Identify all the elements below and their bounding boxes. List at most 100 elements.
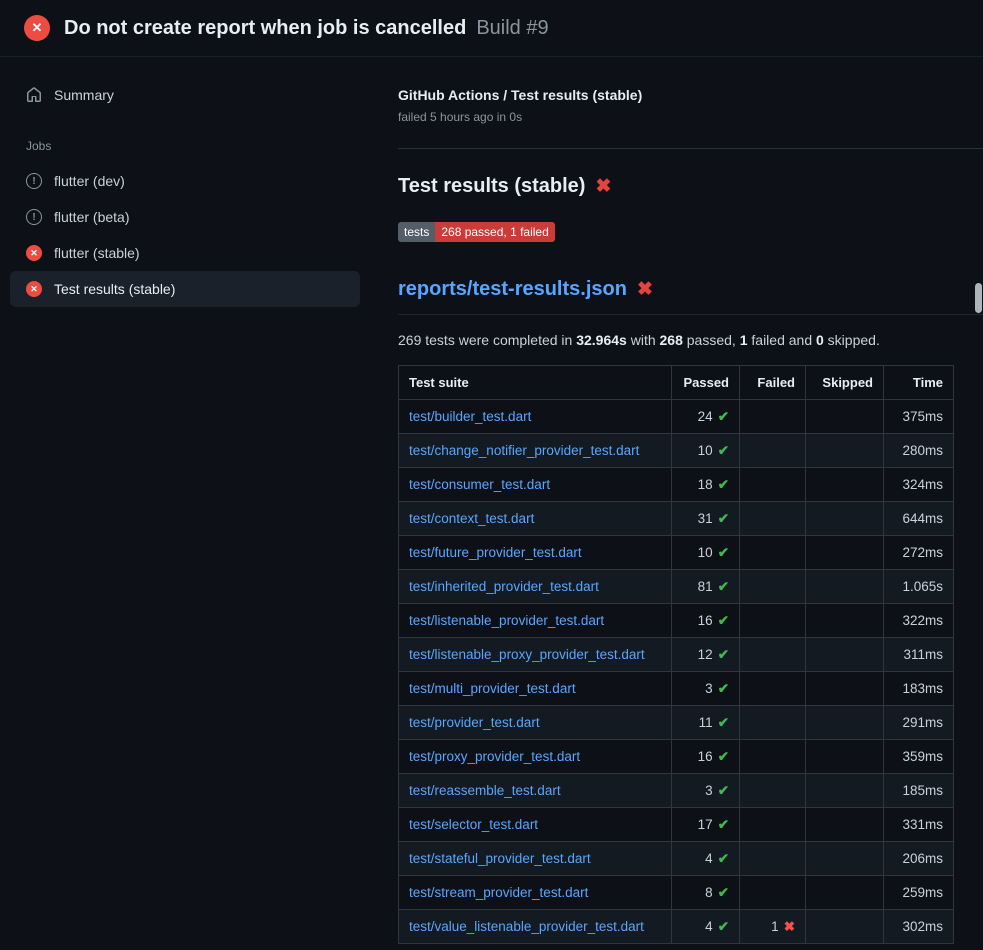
summary-fragment: 269 tests were completed in bbox=[398, 332, 576, 348]
table-row: test/inherited_provider_test.dart81✔1.06… bbox=[399, 570, 954, 604]
scrollbar-thumb[interactable] bbox=[975, 283, 982, 313]
build-number: Build #9 bbox=[476, 17, 548, 40]
test-suite-link[interactable]: test/future_provider_test.dart bbox=[409, 545, 582, 560]
check-icon: ✔ bbox=[718, 715, 729, 730]
failed-cell bbox=[740, 638, 806, 672]
skipped-cell bbox=[806, 536, 884, 570]
col-header-skipped: Skipped bbox=[806, 366, 884, 400]
report-link[interactable]: reports/test-results.json bbox=[398, 278, 627, 301]
count: 16 bbox=[698, 749, 713, 764]
passed-cell: 12✔ bbox=[672, 638, 740, 672]
sidebar: Summary Jobs !flutter (dev)!flutter (bet… bbox=[0, 57, 370, 944]
test-suite-link[interactable]: test/provider_test.dart bbox=[409, 715, 540, 730]
table-row: test/selector_test.dart17✔331ms bbox=[399, 808, 954, 842]
count: 18 bbox=[698, 477, 713, 492]
test-suite-link[interactable]: test/selector_test.dart bbox=[409, 817, 538, 832]
failed-cell bbox=[740, 740, 806, 774]
sidebar-item-flutter-beta[interactable]: !flutter (beta) bbox=[10, 199, 360, 235]
skipped-cell bbox=[806, 502, 884, 536]
check-icon: ✔ bbox=[718, 613, 729, 628]
suite-cell: test/future_provider_test.dart bbox=[399, 536, 672, 570]
time-cell: 183ms bbox=[884, 672, 954, 706]
suite-cell: test/reassemble_test.dart bbox=[399, 774, 672, 808]
sidebar-item-test-results-stable[interactable]: ✕Test results (stable) bbox=[10, 271, 360, 307]
header-row: Test suite Passed Failed Skipped Time bbox=[399, 366, 954, 400]
skipped-cell bbox=[806, 910, 884, 944]
section-title-text: Test results (stable) bbox=[398, 175, 585, 198]
failed-cell bbox=[740, 400, 806, 434]
check-icon: ✔ bbox=[718, 579, 729, 594]
status-line: failed 5 hours ago in 0s bbox=[398, 110, 983, 124]
results-table-head: Test suite Passed Failed Skipped Time bbox=[399, 366, 954, 400]
count: 4 bbox=[705, 919, 713, 934]
time-cell: 311ms bbox=[884, 638, 954, 672]
count: 31 bbox=[698, 511, 713, 526]
badge-label: tests bbox=[398, 222, 435, 242]
count: 81 bbox=[698, 579, 713, 594]
main-content: GitHub Actions / Test results (stable) f… bbox=[370, 57, 983, 944]
test-suite-link[interactable]: test/consumer_test.dart bbox=[409, 477, 550, 492]
failed-cell bbox=[740, 842, 806, 876]
sidebar-jobs-list: !flutter (dev)!flutter (beta)✕flutter (s… bbox=[0, 163, 370, 307]
failed-cell bbox=[740, 774, 806, 808]
passed-cell: 10✔ bbox=[672, 434, 740, 468]
sidebar-item-flutter-stable[interactable]: ✕flutter (stable) bbox=[10, 235, 360, 271]
test-suite-link[interactable]: test/reassemble_test.dart bbox=[409, 783, 561, 798]
table-row: test/listenable_proxy_provider_test.dart… bbox=[399, 638, 954, 672]
summary-duration: 32.964s bbox=[576, 332, 627, 348]
table-row: test/consumer_test.dart18✔324ms bbox=[399, 468, 954, 502]
suite-cell: test/change_notifier_provider_test.dart bbox=[399, 434, 672, 468]
time-cell: 272ms bbox=[884, 536, 954, 570]
check-icon: ✔ bbox=[718, 647, 729, 662]
suite-cell: test/inherited_provider_test.dart bbox=[399, 570, 672, 604]
table-row: test/change_notifier_provider_test.dart 1… bbox=[399, 434, 954, 468]
summary-fragment: passed, bbox=[683, 332, 740, 348]
table-row: test/builder_test.dart24✔375ms bbox=[399, 400, 954, 434]
sidebar-item-label: Summary bbox=[54, 87, 114, 103]
sidebar-item-flutter-dev[interactable]: !flutter (dev) bbox=[10, 163, 360, 199]
sidebar-item-label: flutter (stable) bbox=[54, 245, 140, 261]
time-cell: 331ms bbox=[884, 808, 954, 842]
badge-value: 268 passed, 1 failed bbox=[435, 222, 554, 242]
failed-cell: 1✖ bbox=[740, 910, 806, 944]
failed-cell bbox=[740, 876, 806, 910]
test-suite-link[interactable]: test/proxy_provider_test.dart bbox=[409, 749, 580, 764]
count: 3 bbox=[705, 783, 713, 798]
skipped-cell bbox=[806, 876, 884, 910]
sidebar-item-summary[interactable]: Summary bbox=[10, 77, 360, 113]
test-suite-link[interactable]: test/change_notifier_provider_test.dart bbox=[409, 443, 639, 458]
test-suite-link[interactable]: test/stream_provider_test.dart bbox=[409, 885, 588, 900]
passed-cell: 4✔ bbox=[672, 842, 740, 876]
test-suite-link[interactable]: test/listenable_proxy_provider_test.dart bbox=[409, 647, 645, 662]
test-suite-link[interactable]: test/inherited_provider_test.dart bbox=[409, 579, 599, 594]
test-suite-link[interactable]: test/multi_provider_test.dart bbox=[409, 681, 576, 696]
section-title: Test results (stable) ✖ bbox=[398, 175, 983, 198]
passed-cell: 11✔ bbox=[672, 706, 740, 740]
skipped-cell bbox=[806, 706, 884, 740]
col-header-test-suite: Test suite bbox=[399, 366, 672, 400]
table-row: test/reassemble_test.dart3✔185ms bbox=[399, 774, 954, 808]
time-cell: 324ms bbox=[884, 468, 954, 502]
check-icon: ✔ bbox=[718, 749, 729, 764]
test-suite-link[interactable]: test/value_listenable_provider_test.dart bbox=[409, 919, 644, 934]
check-icon: ✔ bbox=[718, 409, 729, 424]
skipped-cell bbox=[806, 842, 884, 876]
time-cell: 206ms bbox=[884, 842, 954, 876]
test-suite-link[interactable]: test/context_test.dart bbox=[409, 511, 534, 526]
table-row: test/context_test.dart31✔644ms bbox=[399, 502, 954, 536]
summary-fragment: with bbox=[627, 332, 660, 348]
passed-cell: 3✔ bbox=[672, 774, 740, 808]
test-suite-link[interactable]: test/listenable_provider_test.dart bbox=[409, 613, 604, 628]
report-title: reports/test-results.json ✖ bbox=[398, 278, 983, 315]
results-table: Test suite Passed Failed Skipped Time te… bbox=[398, 365, 954, 944]
test-suite-link[interactable]: test/stateful_provider_test.dart bbox=[409, 851, 591, 866]
test-suite-link[interactable]: test/builder_test.dart bbox=[409, 409, 531, 424]
check-icon: ✔ bbox=[718, 885, 729, 900]
failed-status-icon: ✕ bbox=[24, 15, 50, 41]
check-icon: ✔ bbox=[718, 545, 729, 560]
time-cell: 280ms bbox=[884, 434, 954, 468]
count: 8 bbox=[705, 885, 713, 900]
failed-cell bbox=[740, 468, 806, 502]
passed-cell: 16 ✔ bbox=[672, 740, 740, 774]
time-cell: 359ms bbox=[884, 740, 954, 774]
